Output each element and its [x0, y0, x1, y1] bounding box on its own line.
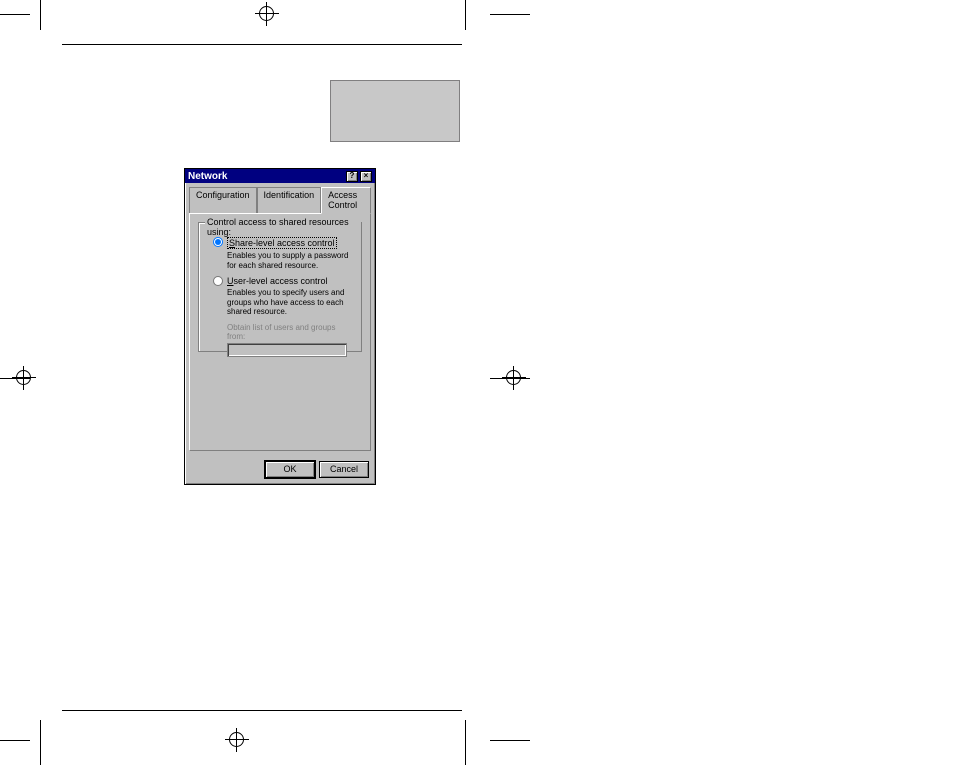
tab-panel-access-control: Control access to shared resources using… [189, 213, 371, 451]
crop-mark [40, 720, 41, 765]
cancel-button[interactable]: Cancel [319, 461, 369, 478]
divider-rule [62, 44, 462, 45]
placeholder-card [330, 80, 460, 142]
registration-mark-icon [225, 728, 249, 752]
crop-mark [490, 740, 530, 741]
crop-mark [465, 0, 466, 30]
registration-mark-icon [12, 366, 36, 390]
radio-user-level-label: User-level access control [227, 276, 328, 286]
groupbox-legend: Control access to shared resources using… [205, 217, 361, 237]
radio-user-level-input[interactable] [213, 276, 223, 286]
share-level-description: Enables you to supply a password for eac… [227, 251, 353, 270]
radio-share-level[interactable]: Share-level access control [213, 237, 353, 249]
crop-mark [490, 14, 530, 15]
radio-share-level-input[interactable] [213, 237, 223, 247]
registration-mark-icon [502, 366, 526, 390]
titlebar[interactable]: Network ? × [185, 169, 375, 183]
dialog-button-row: OK Cancel [185, 456, 375, 484]
tab-configuration[interactable]: Configuration [189, 187, 257, 214]
obtain-list-label: Obtain list of users and groups from: [227, 323, 353, 341]
registration-mark-icon [255, 2, 279, 26]
radio-user-level[interactable]: User-level access control [213, 276, 353, 286]
access-control-groupbox: Control access to shared resources using… [198, 222, 362, 352]
obtain-list-input [227, 343, 347, 357]
radio-share-level-label: Share-level access control [227, 237, 337, 249]
divider-rule [62, 710, 462, 711]
tab-identification[interactable]: Identification [257, 187, 322, 214]
crop-mark [465, 720, 466, 765]
network-dialog: Network ? × Configuration Identification… [184, 168, 376, 485]
crop-mark [40, 0, 41, 30]
close-button[interactable]: × [360, 171, 372, 182]
help-button[interactable]: ? [346, 171, 358, 182]
ok-button[interactable]: OK [265, 461, 315, 478]
tab-access-control[interactable]: Access Control [321, 187, 371, 214]
dialog-title: Network [188, 171, 227, 182]
user-level-description: Enables you to specify users and groups … [227, 288, 353, 317]
tab-row: Configuration Identification Access Cont… [185, 183, 375, 214]
crop-mark [0, 14, 30, 15]
crop-mark [0, 740, 30, 741]
